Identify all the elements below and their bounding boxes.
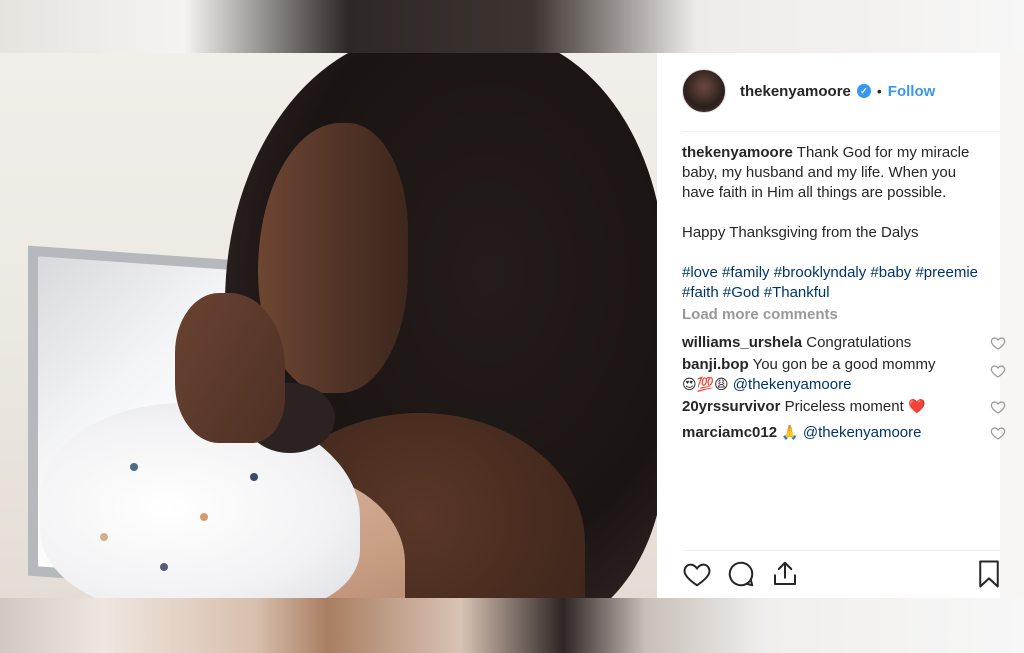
comment-text: Congratulations — [806, 334, 912, 351]
blanket-pattern-dot — [130, 463, 138, 471]
post-photo[interactable] — [0, 53, 657, 598]
comments-section: thekenyamoore Thank God for my miracle b… — [682, 143, 1006, 443]
comment-row: marciamc012 🙏 @thekenyamoore — [682, 423, 1006, 443]
caption: thekenyamoore Thank God for my miracle b… — [682, 143, 992, 203]
comment-username[interactable]: williams_urshela — [682, 334, 802, 351]
action-bar — [682, 559, 1000, 591]
heart-icon[interactable] — [990, 363, 1006, 379]
comment-text: You gon be a good mommy — [752, 356, 936, 373]
comment-text: Priceless moment — [784, 398, 904, 415]
post-header: thekenyamoore ✓ • Follow — [682, 67, 1000, 115]
separator-bullet: • — [876, 83, 882, 99]
blanket-pattern-dot — [250, 473, 258, 481]
comment-row: 20yrssurvivor Priceless moment ❤️ — [682, 397, 1006, 417]
blanket-pattern-dot — [160, 563, 168, 571]
comment-username[interactable]: 20yrssurvivor — [682, 398, 780, 415]
load-more-comments-button[interactable]: Load more comments — [682, 305, 992, 325]
comment-mention[interactable]: @thekenyamoore — [803, 424, 922, 441]
instagram-post: thekenyamoore ✓ • Follow thekenyamoore T… — [0, 53, 1006, 598]
comment-username[interactable]: marciamc012 — [682, 424, 777, 441]
comment-icon[interactable] — [726, 559, 756, 589]
header-divider — [682, 131, 1000, 132]
comment-row: williams_urshela Congratulations — [682, 333, 1006, 353]
bookmark-icon[interactable] — [974, 559, 1004, 589]
comment-emojis: 🙏 — [781, 425, 799, 441]
heart-icon[interactable] — [990, 425, 1006, 441]
blanket-pattern-dot — [100, 533, 108, 541]
heart-icon[interactable] — [682, 559, 712, 589]
blanket-pattern-dot — [200, 513, 208, 521]
caption-username[interactable]: thekenyamoore — [682, 144, 793, 161]
caption-line-2: Happy Thanksgiving from the Dalys — [682, 224, 919, 241]
verified-badge-icon: ✓ — [856, 84, 871, 98]
post-sidebar: thekenyamoore ✓ • Follow thekenyamoore T… — [657, 53, 1006, 598]
comment-mention[interactable]: @thekenyamoore — [733, 376, 852, 393]
comment-row: banji.bop You gon be a good mommy 😍💯😩 @t… — [682, 355, 1006, 395]
caption-hashtags[interactable]: #love #family #brooklyndaly #baby #preem… — [682, 263, 992, 303]
heart-icon[interactable] — [990, 335, 1006, 351]
heart-icon[interactable] — [990, 399, 1006, 415]
background-blur-top — [0, 0, 1024, 53]
background-blur-bottom — [0, 598, 1024, 653]
comment-emojis: ❤️ — [907, 399, 926, 415]
header-username[interactable]: thekenyamoore — [740, 83, 851, 100]
actions-divider — [682, 550, 1000, 551]
share-icon[interactable] — [770, 559, 800, 589]
follow-button[interactable]: Follow — [888, 83, 936, 100]
comment-username[interactable]: banji.bop — [682, 356, 749, 373]
avatar[interactable] — [682, 69, 726, 113]
hand — [175, 293, 285, 443]
comment-emojis: 😍💯😩 — [682, 377, 729, 393]
